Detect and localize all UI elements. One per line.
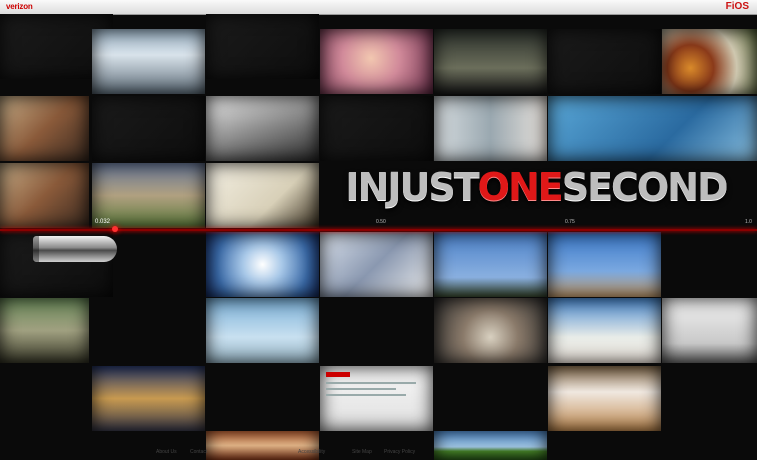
woman-lamp-tile[interactable]: [434, 96, 547, 161]
video-grid: [0, 14, 757, 460]
rocket-exhaust-tile[interactable]: [548, 366, 661, 431]
white-car-tile[interactable]: [662, 298, 757, 363]
hurricane-tile[interactable]: [206, 232, 319, 297]
verizon-logo[interactable]: verizon: [6, 1, 33, 13]
sports-car-tile[interactable]: [206, 96, 319, 161]
website-text-line: [326, 394, 406, 396]
headline-part2: ONE: [477, 165, 564, 209]
space-shuttle-tile[interactable]: [548, 232, 661, 297]
dark-scene-tile[interactable]: [434, 29, 547, 94]
paint-bowls-tile[interactable]: [662, 29, 757, 94]
sports-fans-tile[interactable]: [0, 96, 89, 161]
website-tile[interactable]: [320, 366, 433, 431]
footer-link-contact[interactable]: Contact: [190, 449, 207, 455]
timeline-playhead[interactable]: [112, 226, 118, 232]
footer-link-privacy[interactable]: Privacy Policy: [384, 449, 415, 455]
pen-drawing-tile[interactable]: [206, 163, 319, 228]
empty-tile: [206, 14, 319, 79]
headline-part3: SECOND: [561, 165, 729, 209]
footer-link-accessibility[interactable]: Accessibility: [298, 449, 325, 455]
launch-smoke-tile[interactable]: [548, 298, 661, 363]
timeline-current-label: 0.032: [95, 219, 111, 225]
website-logo-icon: [326, 372, 350, 377]
bullet-icon: [33, 236, 117, 262]
timeline-tick: 0.50: [376, 219, 386, 225]
surgery-tile[interactable]: [548, 96, 757, 161]
rocket-pad-tile[interactable]: [434, 232, 547, 297]
fios-logo[interactable]: FiOS: [726, 1, 749, 13]
footer-link-sitemap[interactable]: Site Map: [352, 449, 372, 455]
woman-glasses-tile[interactable]: [320, 29, 433, 94]
water-splash-tile[interactable]: [434, 298, 547, 363]
news-anchors-tile[interactable]: [92, 29, 205, 94]
empty-tile: [548, 29, 661, 94]
website-text-line: [326, 388, 396, 390]
footer-link-about[interactable]: About Us: [156, 449, 177, 455]
headline: INJUSTONESECOND: [336, 164, 736, 210]
empty-tile: [92, 96, 205, 161]
timeline-track[interactable]: [0, 226, 757, 232]
stage-concert-tile[interactable]: [92, 366, 205, 431]
timeline-tick: 1.0: [745, 219, 752, 225]
timeline-tick: 0.75: [565, 219, 575, 225]
footer: About Us Contact Accessibility Site Map …: [0, 448, 757, 460]
empty-tile: [320, 96, 433, 161]
website-text-line: [326, 382, 416, 384]
headline-part1: INJUST: [345, 165, 479, 209]
street-dance-tile[interactable]: [0, 298, 89, 363]
engine-tile[interactable]: [320, 232, 433, 297]
jet-fighter-tile[interactable]: [206, 298, 319, 363]
sports-fans-tile-2[interactable]: [0, 163, 89, 228]
top-bar: verizon FiOS: [0, 0, 757, 15]
